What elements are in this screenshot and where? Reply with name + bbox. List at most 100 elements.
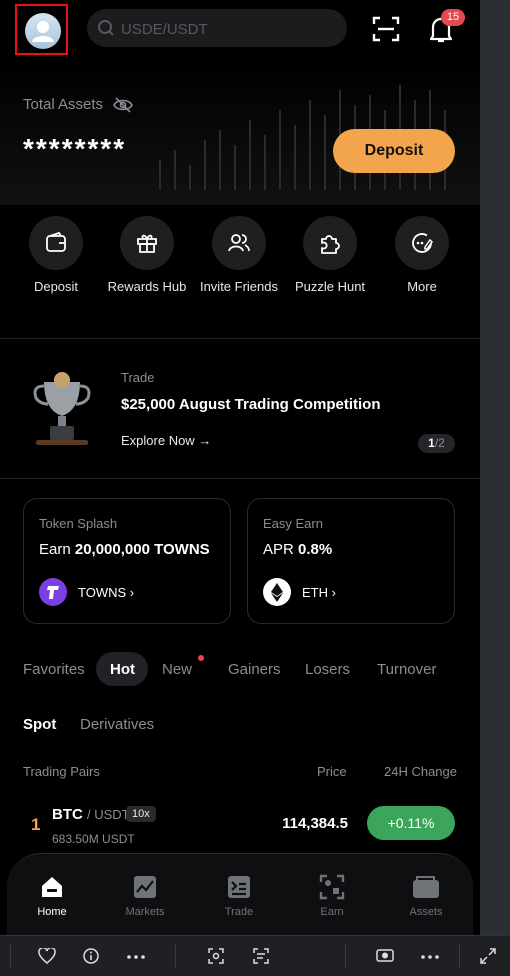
tab-gainers[interactable]: Gainers	[228, 661, 281, 678]
pager-total: /2	[434, 436, 445, 450]
quick-action-label: Deposit	[33, 279, 79, 294]
easy-earn-card[interactable]: Easy Earn APR 0.8% ETH ›	[247, 498, 455, 624]
total-assets-value: ********	[23, 133, 127, 164]
card-amount: 20,000,000 TOWNS	[74, 541, 210, 558]
row-change-badge: +0.11%	[367, 806, 455, 840]
bottom-nav: Home Markets Trade Earn Assets	[7, 853, 473, 935]
card-headline: APR 0.8%	[263, 541, 332, 558]
nav-markets[interactable]: Markets	[110, 874, 180, 918]
markets-icon	[134, 876, 156, 898]
card-amount: 0.8%	[298, 541, 333, 558]
toolbar-divider	[345, 944, 346, 968]
notification-badge: 15	[441, 9, 465, 26]
nav-label: Earn	[320, 906, 344, 918]
quick-action-label: Puzzle Hunt	[294, 279, 366, 294]
eth-coin-icon	[263, 578, 291, 606]
card-category: Token Splash	[39, 516, 118, 531]
camera-icon[interactable]	[376, 948, 394, 962]
tab-hot[interactable]: Hot	[110, 661, 135, 678]
card-headline: Earn 20,000,000 TOWNS	[39, 541, 210, 558]
tab-favorites[interactable]: Favorites	[23, 661, 85, 678]
towns-coin-icon	[39, 578, 67, 606]
home-icon	[42, 877, 62, 897]
avatar[interactable]	[25, 13, 61, 49]
column-24h-change[interactable]: 24H Change	[384, 764, 457, 779]
row-base: BTC	[52, 806, 83, 823]
tab-new[interactable]: New	[162, 661, 192, 678]
nav-earn[interactable]: Earn	[297, 874, 367, 918]
more-dots-icon[interactable]	[421, 955, 439, 959]
nav-label: Trade	[224, 906, 254, 918]
nav-trade[interactable]: Trade	[204, 874, 274, 918]
tab-turnover[interactable]: Turnover	[377, 661, 436, 678]
search-bar[interactable]: USDE/USDT	[87, 9, 347, 47]
scan-icon[interactable]	[372, 15, 400, 43]
banner-pager: 1/2	[418, 434, 455, 453]
nav-assets[interactable]: Assets	[391, 874, 461, 918]
explore-now-link[interactable]: Explore Now →	[121, 433, 211, 448]
pager-current: 1	[428, 436, 435, 450]
trophy-icon[interactable]	[30, 368, 94, 446]
nav-home[interactable]: Home	[17, 874, 87, 918]
row-pair: BTC / USDT	[52, 806, 130, 823]
token-splash-card[interactable]: Token Splash Earn 20,000,000 TOWNS TOWNS…	[23, 498, 231, 624]
card-category: Easy Earn	[263, 516, 323, 531]
search-placeholder: USDE/USDT	[121, 21, 208, 38]
quick-action-rewards-hub[interactable]: Rewards Hub	[97, 216, 197, 294]
subtab-spot[interactable]: Spot	[23, 716, 56, 733]
toolbar-divider	[175, 944, 176, 968]
trade-icon	[228, 876, 250, 898]
search-icon	[98, 20, 114, 36]
card-coin-link[interactable]: TOWNS ›	[78, 585, 134, 600]
new-indicator-dot	[198, 655, 204, 661]
row-rank: 1	[31, 815, 41, 834]
earn-icon	[319, 874, 345, 900]
quick-action-label: More	[407, 279, 437, 294]
quick-action-invite-friends[interactable]: Invite Friends	[189, 216, 289, 294]
quick-action-label: Invite Friends	[199, 279, 279, 294]
leverage-badge: 10x	[126, 806, 156, 822]
wallet-icon	[46, 231, 66, 252]
browser-toolbar	[0, 935, 510, 976]
card-prefix: Earn	[39, 541, 71, 558]
arrow-right-icon: →	[198, 433, 212, 448]
info-icon[interactable]	[83, 948, 99, 964]
quick-action-more[interactable]: More	[372, 216, 472, 294]
total-assets-label: Total Assets	[23, 96, 104, 113]
avatar-highlight[interactable]	[15, 4, 68, 55]
toolbar-divider	[459, 944, 460, 968]
quick-action-label: Rewards Hub	[107, 279, 187, 294]
banner-category: Trade	[121, 370, 155, 385]
card-coin: TOWNS	[78, 585, 127, 600]
puzzle-icon	[321, 235, 340, 254]
user-icon	[32, 21, 54, 42]
column-trading-pairs: Trading Pairs	[23, 764, 100, 779]
assets-icon	[413, 876, 439, 898]
deposit-button[interactable]: Deposit	[333, 129, 455, 173]
expand-icon[interactable]	[480, 948, 496, 964]
more-dots-icon[interactable]	[127, 955, 145, 959]
screenshot-icon[interactable]	[208, 948, 224, 964]
quick-action-deposit[interactable]: Deposit	[6, 216, 106, 294]
top-bar: USDE/USDT 15	[0, 0, 480, 60]
hide-eye-icon[interactable]	[113, 97, 133, 113]
app-screen: USDE/USDT 15 Total Assets ******** Depos…	[0, 0, 480, 935]
friends-icon	[228, 234, 250, 252]
row-price: 114,384.5	[282, 815, 348, 832]
heart-icon[interactable]	[38, 948, 56, 964]
tab-losers[interactable]: Losers	[305, 661, 350, 678]
toolbar-divider	[10, 944, 11, 968]
chevron-right-icon: ›	[331, 585, 336, 600]
more-icon	[412, 233, 433, 253]
nav-label: Home	[37, 906, 67, 918]
nav-label: Assets	[409, 906, 443, 918]
explore-now-label: Explore Now	[121, 433, 195, 448]
quick-action-puzzle-hunt[interactable]: Puzzle Hunt	[280, 216, 380, 294]
text-scan-icon[interactable]	[253, 948, 269, 964]
subtab-derivatives[interactable]: Derivatives	[80, 716, 154, 733]
row-quote: / USDT	[87, 807, 130, 822]
card-coin-link[interactable]: ETH ›	[302, 585, 336, 600]
card-prefix: APR	[263, 541, 294, 558]
column-price[interactable]: Price	[317, 764, 347, 779]
banner-title[interactable]: $25,000 August Trading Competition	[121, 396, 380, 413]
